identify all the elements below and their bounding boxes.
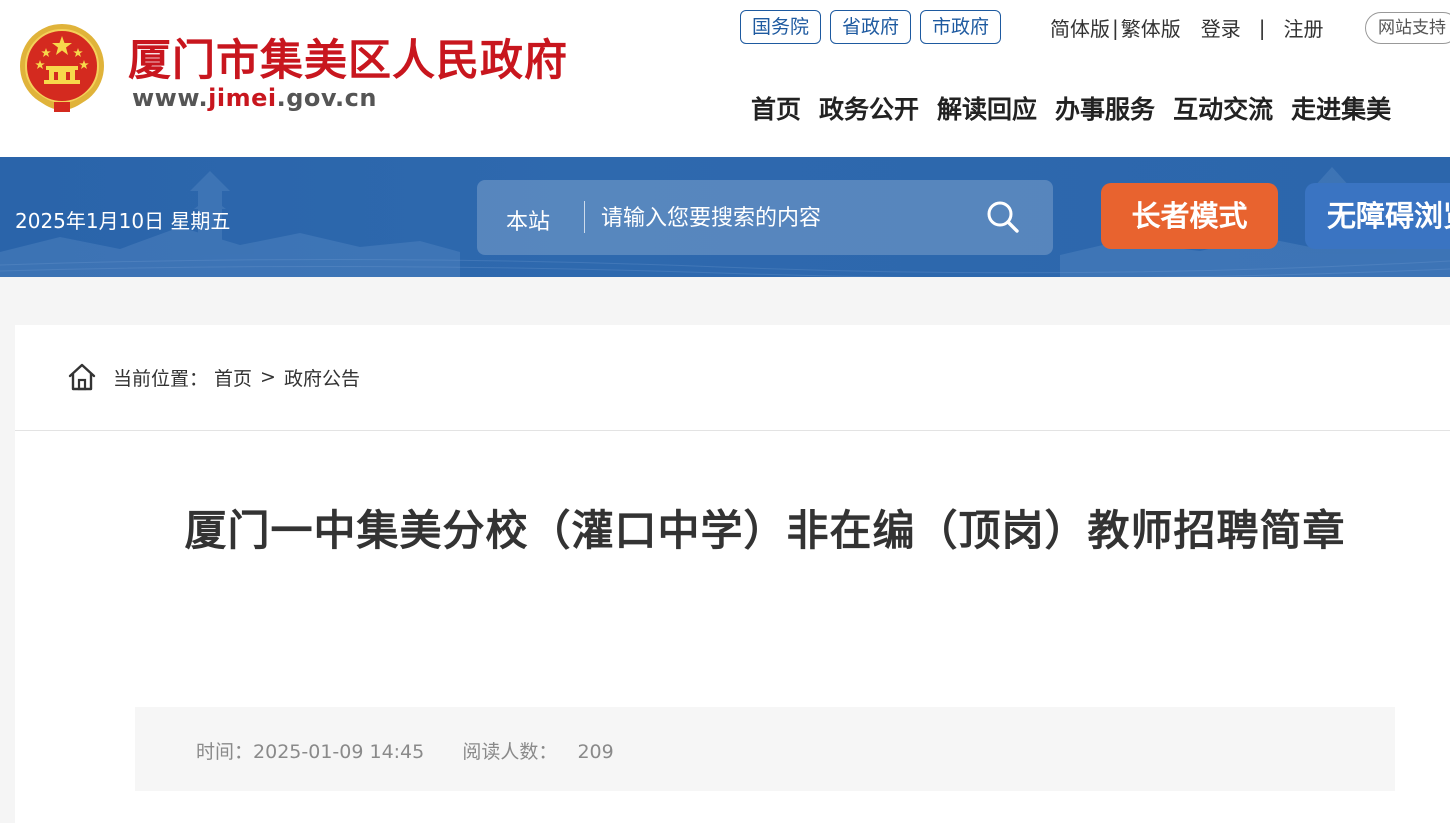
article-meta-bar: 时间：2025-01-09 14:45 阅读人数： 209 [135,707,1395,791]
publish-time: 2025-01-09 14:45 [253,741,425,763]
gov-links: 国务院 省政府 市政府 [740,10,1002,44]
home-icon[interactable] [67,362,97,392]
login-link[interactable]: 登录 [1201,13,1241,42]
nav-item-interpretation[interactable]: 解读回应 [937,90,1037,126]
nav-item-interaction[interactable]: 互动交流 [1173,90,1273,126]
nav-item-home[interactable]: 首页 [751,90,801,126]
nav-item-services[interactable]: 办事服务 [1055,90,1155,126]
gov-link-province[interactable]: 省政府 [830,10,912,44]
read-count: 209 [577,741,614,763]
search-icon[interactable] [985,199,1021,235]
breadcrumb-separator: > [260,366,276,388]
national-emblem-icon[interactable] [16,22,108,116]
nav-item-gov-affairs[interactable]: 政务公开 [819,90,919,126]
search-input[interactable] [601,198,971,238]
breadcrumb-home[interactable]: 首页 [214,364,252,391]
site-support-button[interactable]: 网站支持 [1365,12,1450,44]
banner: 2025年1月10日 星期五 本站 长者模式 无障碍浏览 [0,157,1450,277]
article-title: 厦门一中集美分校（灌口中学）非在编（顶岗）教师招聘简章 [184,506,1346,555]
search-box: 本站 [477,180,1053,255]
divider: | [1258,15,1266,40]
main-nav: 首页 政务公开 解读回应 办事服务 互动交流 走进集美 [751,90,1391,126]
elder-mode-button[interactable]: 长者模式 [1101,183,1278,249]
gov-link-state-council[interactable]: 国务院 [740,10,822,44]
simplified-link[interactable]: 简体版 [1050,13,1110,42]
site-url-prefix: www. [132,84,209,112]
breadcrumb-prefix: 当前位置： [113,367,209,390]
current-date: 2025年1月10日 星期五 [15,209,231,233]
site-url-suffix: .gov.cn [276,84,377,112]
article-container: 当前位置： 首页 > 政府公告 厦门一中集美分校（灌口中学）非在编（顶岗）教师招… [15,325,1450,823]
top-utilities: 简体版 | 繁体版 登录 | 注册 [1050,13,1324,42]
divider: | [1112,15,1119,40]
breadcrumb: 当前位置： 首页 > 政府公告 [67,362,360,392]
site-url: www.jimei.gov.cn [132,84,377,112]
divider [15,430,1450,431]
gov-link-city[interactable]: 市政府 [920,10,1002,44]
register-link[interactable]: 注册 [1284,13,1324,42]
breadcrumb-announcements[interactable]: 政府公告 [284,364,360,391]
time-label: 时间： [196,741,254,763]
accessibility-button[interactable]: 无障碍浏览 [1305,183,1450,249]
site-name: 厦门市集美区人民政府 [128,36,568,86]
article-meta: 时间：2025-01-09 14:45 阅读人数： 209 [196,737,614,764]
nav-item-about-jimei[interactable]: 走进集美 [1291,90,1391,126]
site-url-highlight: jimei [208,84,277,112]
traditional-link[interactable]: 繁体版 [1121,13,1181,42]
site-header: 厦门市集美区人民政府 www.jimei.gov.cn 国务院 省政府 市政府 … [0,0,1450,157]
search-scope-select[interactable]: 本站 [506,204,550,236]
search-divider [584,201,585,233]
reads-label: 阅读人数： [462,741,558,763]
